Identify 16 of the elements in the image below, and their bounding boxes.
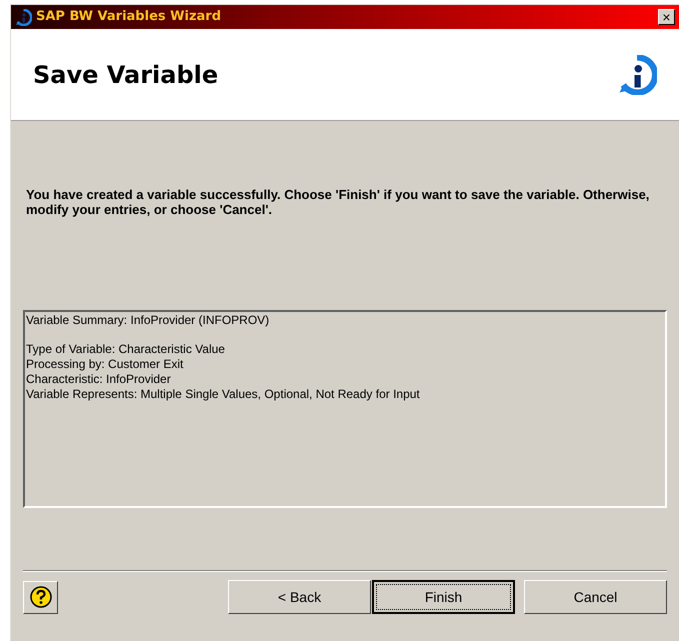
close-button[interactable]: ×: [658, 9, 675, 25]
instruction-text: You have created a variable successfully. Choose 'Finish' if you want to save the variable. Otherwise, modify your entries, or choose 'Cancel'.: [26, 187, 650, 217]
summary-line: Processing by: Customer Exit: [26, 357, 184, 372]
info-icon: [617, 54, 657, 94]
summary-line: Type of Variable: Characteristic Value: [26, 342, 226, 357]
help-icon: [30, 586, 52, 608]
page-title: Save Variable: [33, 60, 218, 90]
dialog-button[interactable]: Cancel: [524, 580, 667, 614]
window-title: SAP BW Variables Wizard: [36, 8, 221, 26]
app-icon: [15, 8, 32, 26]
summary-line: Variable Represents: Multiple Single Values, Optional, Not Ready for Input: [26, 387, 421, 402]
summary-line: Characteristic: InfoProvider: [26, 372, 172, 387]
summary-title: Variable Summary: InfoProvider (INFOPROV): [26, 313, 270, 328]
dialog-button[interactable]: < Back: [228, 580, 371, 614]
dialog-button[interactable]: Finish: [372, 580, 515, 614]
help-button[interactable]: [23, 580, 58, 614]
